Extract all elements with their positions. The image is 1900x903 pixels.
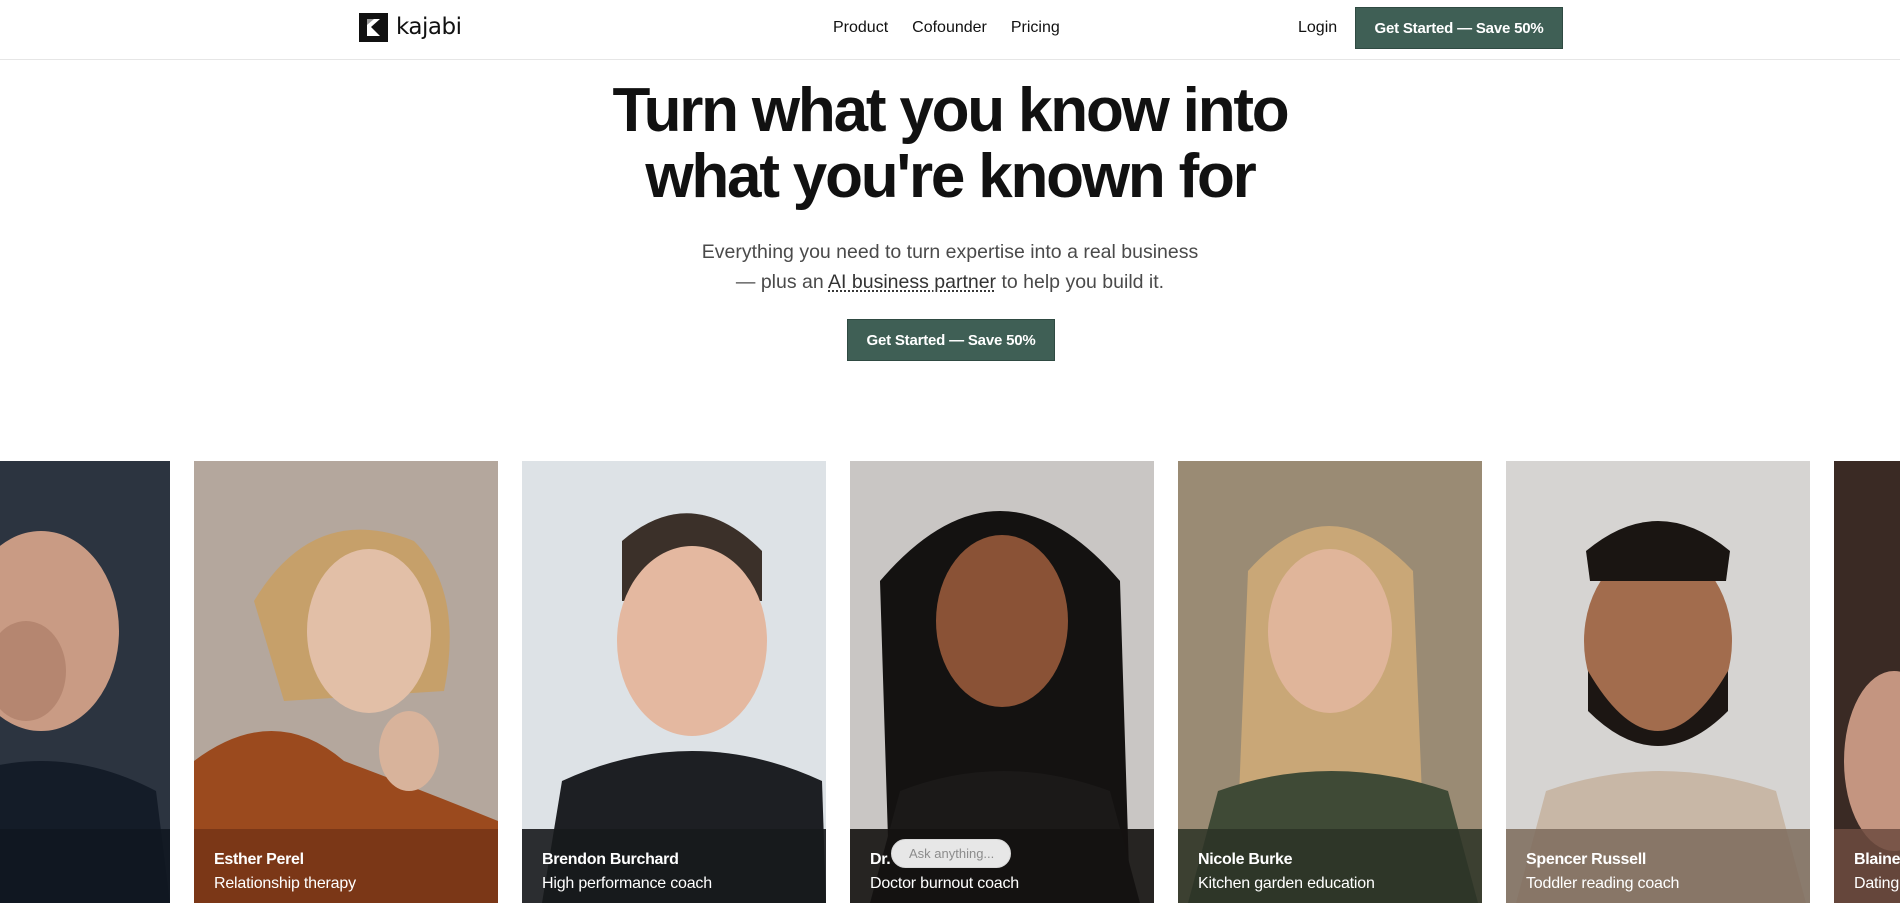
creator-card[interactable]: Blaine Dating [1834, 461, 1900, 903]
hero-subtitle-prefix: — plus an [735, 271, 829, 293]
hero-subtitle-suffix: to help you build it. [996, 271, 1165, 293]
creator-carousel: siness coach Esther Perel Relationship t… [0, 461, 1900, 903]
creator-role: Toddler reading coach [1526, 875, 1680, 892]
creator-card[interactable]: Esther Perel Relationship therapy [194, 461, 498, 903]
login-link[interactable]: Login [1298, 17, 1337, 39]
kajabi-logo-icon [359, 12, 388, 42]
main-nav: Product Cofounder Pricing [833, 17, 1060, 39]
logo-wordmark: kajabi [396, 14, 462, 40]
nav-pricing[interactable]: Pricing [1011, 17, 1060, 39]
hero-headline-line-1: Turn what you know into [612, 76, 1290, 145]
hero-headline: Turn what you know into what you're know… [450, 78, 1450, 210]
creator-name: Nicole Burke [1198, 851, 1293, 868]
creator-role: High performance coach [542, 875, 712, 892]
header-get-started-button[interactable]: Get Started — Save 50% [1355, 7, 1563, 49]
top-navigation-bar: kajabi Product Cofounder Pricing Login G… [0, 0, 1900, 60]
creator-card[interactable]: Nicole Burke Kitchen garden education [1178, 461, 1482, 903]
hero-headline-line-2: what you're known for [645, 142, 1256, 211]
kajabi-logo-link[interactable]: kajabi [359, 12, 462, 42]
ask-anything-input[interactable]: Ask anything... [891, 839, 1011, 868]
nav-cofounder[interactable]: Cofounder [912, 17, 987, 39]
hero-get-started-button[interactable]: Get Started — Save 50% [847, 319, 1055, 361]
creator-card[interactable]: Brendon Burchard High performance coach [522, 461, 826, 903]
hero-subtitle: Everything you need to turn expertise in… [650, 237, 1250, 297]
caption-overlay [0, 829, 170, 903]
creator-card[interactable]: Dr. Doctor burnout coach [850, 461, 1154, 903]
creator-name: Spencer Russell [1526, 851, 1647, 868]
creator-card[interactable]: Spencer Russell Toddler reading coach [1506, 461, 1810, 903]
nav-product[interactable]: Product [833, 17, 888, 39]
creator-name: Esther Perel [214, 851, 304, 868]
creator-role: Doctor burnout coach [870, 875, 1019, 892]
ai-business-partner-link[interactable]: AI business partner [828, 271, 996, 293]
creator-role: Relationship therapy [214, 875, 356, 892]
creator-name: Dr. [870, 851, 891, 868]
creator-role: Kitchen garden education [1198, 875, 1375, 892]
creator-role: Dating [1854, 875, 1900, 892]
creator-name: Blaine [1854, 851, 1900, 868]
creator-card[interactable]: siness coach [0, 461, 170, 903]
hero-subtitle-line-1: Everything you need to turn expertise in… [701, 241, 1199, 263]
creator-name: Brendon Burchard [542, 851, 679, 868]
